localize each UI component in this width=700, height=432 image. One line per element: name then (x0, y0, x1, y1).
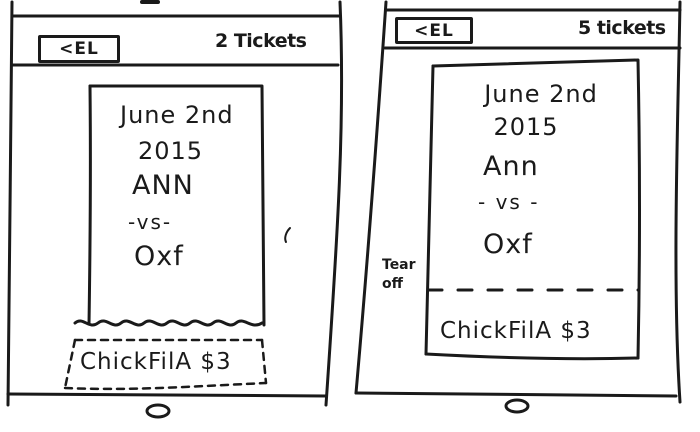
event-date: June 2nd (120, 101, 234, 129)
versus-label: -vs- (128, 210, 173, 234)
home-button-right (504, 398, 530, 414)
tear-off-note: Tear off (382, 256, 416, 294)
tear-off-note-line1: Tear (382, 257, 416, 273)
home-team: Ann (483, 151, 539, 182)
versus-label: - vs - (478, 190, 540, 214)
back-button-label: <EL (414, 20, 454, 41)
back-button-label: <EL (59, 39, 99, 59)
home-button-left (145, 403, 171, 419)
event-year: 2015 (493, 113, 559, 141)
tear-off-note-line2: off (382, 275, 403, 292)
back-button[interactable]: <EL (38, 35, 120, 63)
coupon-offer[interactable]: ChickFilA $3 (80, 351, 232, 374)
home-team: ANN (132, 170, 194, 201)
coupon-offer[interactable]: ChickFilA $3 (440, 320, 592, 343)
event-year: 2015 (138, 137, 204, 165)
ticket-count: 5 tickets (578, 17, 666, 39)
away-team: Oxf (483, 229, 533, 260)
away-team: Oxf (134, 241, 184, 272)
back-button[interactable]: <EL (395, 17, 473, 44)
ticket-count: 2 Tickets (215, 30, 307, 52)
event-date: June 2nd (484, 80, 598, 108)
